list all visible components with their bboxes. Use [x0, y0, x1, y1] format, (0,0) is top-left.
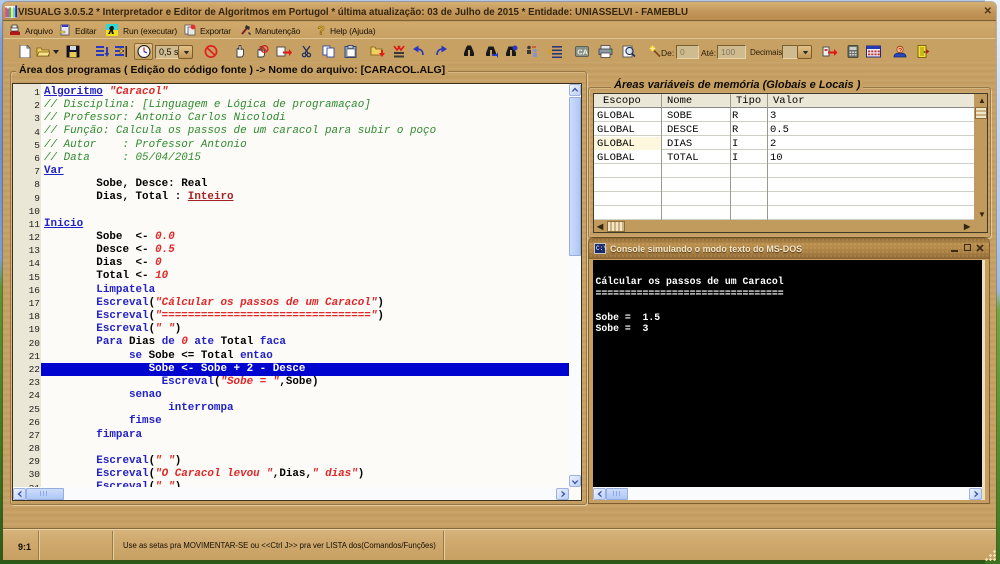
- svg-text:?: ?: [898, 48, 902, 55]
- svg-text:?: ?: [318, 24, 325, 36]
- svg-text:CA: CA: [577, 48, 588, 57]
